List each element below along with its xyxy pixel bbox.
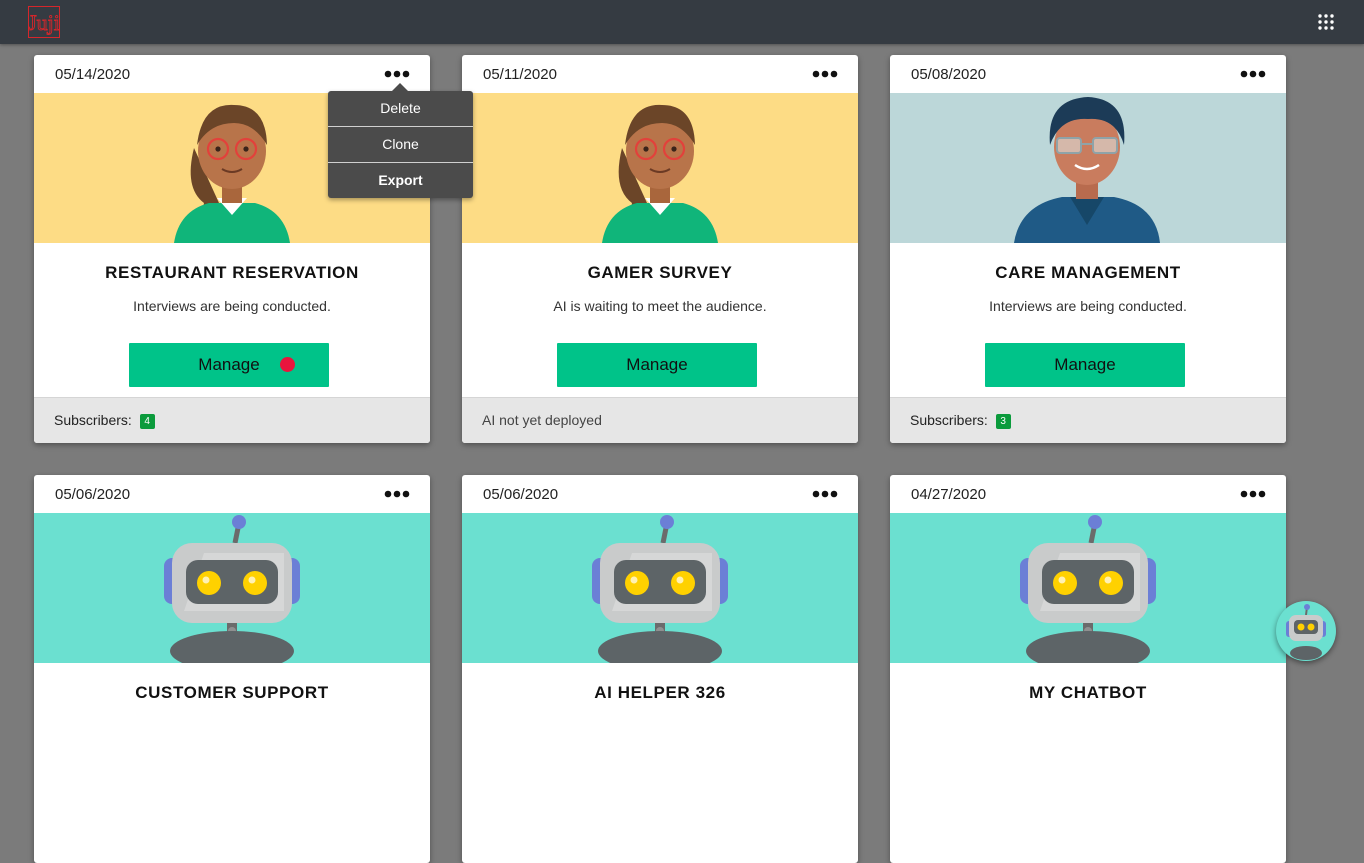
card-title: RESTAURANT RESERVATION	[105, 263, 359, 282]
card-header: 05/14/2020	[34, 55, 430, 93]
menu-item-export[interactable]: Export	[328, 163, 473, 198]
card-date: 05/06/2020	[55, 486, 131, 503]
more-options-icon[interactable]	[384, 68, 410, 80]
footer-text: Subscribers: 4	[54, 412, 155, 429]
woman-avatar-image	[462, 93, 858, 243]
deployment-status-text: AI not yet deployed	[482, 412, 602, 428]
card-footer: Subscribers: 3	[890, 397, 1286, 443]
card-header: 05/06/2020	[34, 475, 430, 513]
manage-button[interactable]: Manage	[985, 343, 1185, 387]
menu-item-clone[interactable]: Clone	[328, 127, 473, 163]
chatbot-card: 04/27/2020 MY CHATBOT	[890, 475, 1286, 863]
manage-button-label: Manage	[626, 355, 688, 374]
robot-avatar-image	[890, 513, 1286, 663]
card-status: AI is waiting to meet the audience.	[553, 298, 767, 314]
card-date: 04/27/2020	[911, 486, 987, 503]
subscribers-label: Subscribers:	[54, 412, 132, 428]
card-title: CARE MANAGEMENT	[995, 263, 1181, 282]
card-header: 04/27/2020	[890, 475, 1286, 513]
robot-avatar-image	[34, 513, 430, 663]
card-header: 05/08/2020	[890, 55, 1286, 93]
card-footer: AI not yet deployed	[462, 397, 858, 443]
subscribers-count-badge: 4	[139, 414, 155, 429]
chatbot-card: 05/08/2020 CARE MANAGEMENT Interviews ar…	[890, 55, 1286, 443]
card-date: 05/14/2020	[55, 66, 131, 83]
chatbot-card: 05/06/2020 AI HELPER 326	[462, 475, 858, 863]
card-title: CUSTOMER SUPPORT	[135, 683, 329, 702]
card-date: 05/11/2020	[483, 66, 557, 83]
card-footer: Subscribers: 4	[34, 397, 430, 443]
card-status: Interviews are being conducted.	[989, 298, 1187, 314]
more-options-icon[interactable]	[812, 68, 838, 80]
manage-button[interactable]: Manage	[557, 343, 757, 387]
more-options-icon[interactable]	[1240, 68, 1266, 80]
top-navigation-bar: Juji	[0, 0, 1364, 44]
manage-button-label: Manage	[198, 355, 260, 374]
more-options-icon[interactable]	[384, 488, 410, 500]
apps-grid-icon[interactable]	[1318, 14, 1334, 30]
card-status: Interviews are being conducted.	[133, 298, 331, 314]
card-header: 05/11/2020	[462, 55, 858, 93]
man-avatar-image	[890, 93, 1286, 243]
juji-logo[interactable]: Juji	[28, 6, 60, 38]
card-header: 05/06/2020	[462, 475, 858, 513]
card-date: 05/06/2020	[483, 486, 559, 503]
manage-button[interactable]: Manage	[129, 343, 329, 387]
robot-avatar-image	[462, 513, 858, 663]
more-options-icon[interactable]	[812, 488, 838, 500]
card-title: AI HELPER 326	[594, 683, 726, 702]
card-title: MY CHATBOT	[1029, 683, 1147, 702]
manage-button-label: Manage	[1054, 355, 1116, 374]
more-options-icon[interactable]	[1240, 488, 1266, 500]
card-options-menu: Delete Clone Export	[328, 83, 473, 198]
robot-icon	[1286, 604, 1326, 660]
chatbot-help-button[interactable]	[1276, 601, 1336, 661]
menu-item-delete[interactable]: Delete	[328, 91, 473, 127]
notification-dot	[280, 357, 295, 372]
subscribers-count-badge: 3	[995, 414, 1011, 429]
chatbot-card: 05/06/2020 CUSTOMER SUPPORT	[34, 475, 430, 863]
subscribers-label: Subscribers:	[910, 412, 988, 428]
svg-text:Juji: Juji	[28, 10, 60, 35]
chatbot-card: 05/11/2020 GAMER SURVEY AI is waiting to…	[462, 55, 858, 443]
card-date: 05/08/2020	[911, 66, 987, 83]
footer-text: Subscribers: 3	[910, 412, 1011, 429]
card-title: GAMER SURVEY	[587, 263, 733, 282]
